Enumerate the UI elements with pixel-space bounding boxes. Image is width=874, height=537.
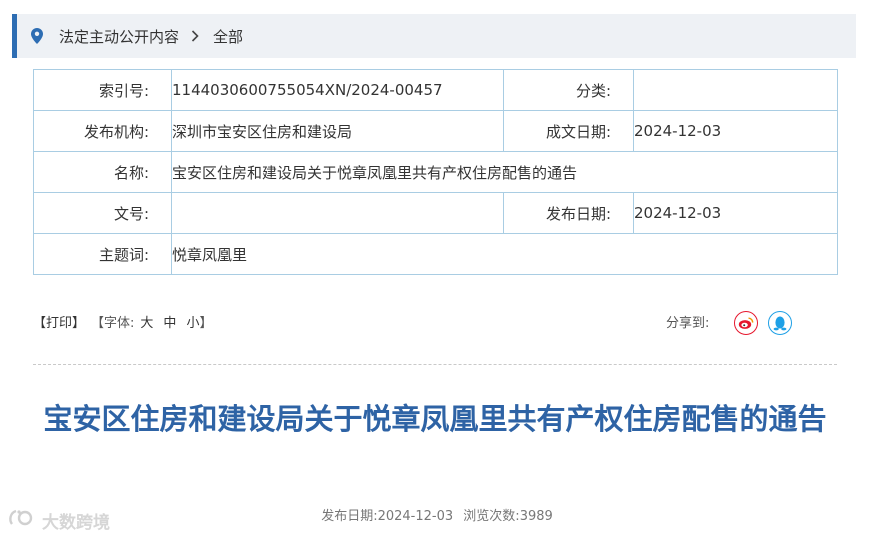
meta-row: 名称: 宝安区住房和建设局关于悦章凤凰里共有产权住房配售的通告 xyxy=(33,151,838,193)
meta-row: 发布机构: 深圳市宝安区住房和建设局 成文日期: 2024-12-03 xyxy=(33,110,838,152)
doc-number-value xyxy=(171,192,504,234)
pub-date-value: 2024-12-03 xyxy=(377,509,454,524)
name-label: 名称: xyxy=(33,151,172,193)
meta-row: 文号: 发布日期: 2024-12-03 xyxy=(33,192,838,234)
watermark-logo-icon xyxy=(8,508,38,533)
agency-value: 深圳市宝安区住房和建设局 xyxy=(171,110,504,152)
article-title: 宝安区住房和建设局关于悦章凤凰里共有产权住房配售的通告 xyxy=(43,402,827,436)
watermark-text: 大数跨境 xyxy=(42,513,110,533)
meta-row: 主题词: 悦章凤凰里 xyxy=(33,233,838,275)
watermark: 大数跨境 xyxy=(8,508,110,533)
qq-icon[interactable] xyxy=(768,311,792,335)
name-value: 宝安区住房和建设局关于悦章凤凰里共有产权住房配售的通告 xyxy=(171,151,838,193)
font-medium-button[interactable]: 中 xyxy=(163,312,176,331)
document-meta-table: 索引号: 1144030600755054XN/2024-00457 分类: 发… xyxy=(33,69,838,275)
font-small-button[interactable]: 小 xyxy=(186,312,199,331)
meta-row: 索引号: 1144030600755054XN/2024-00457 分类: xyxy=(33,69,838,111)
published-date-value: 2024-12-03 xyxy=(633,192,838,234)
keywords-value: 悦章凤凰里 xyxy=(171,233,838,275)
weibo-icon[interactable] xyxy=(734,311,758,335)
article-pub-info: 发布日期:2024-12-03 浏览次数:3989 xyxy=(0,505,874,524)
created-date-value: 2024-12-03 xyxy=(633,110,838,152)
divider xyxy=(33,364,837,365)
article-toolbar: 【打印】 【字体: 大 中 小 】 xyxy=(33,312,212,331)
pub-date-label: 发布日期: xyxy=(321,509,378,524)
category-label: 分类: xyxy=(503,69,634,111)
keywords-label: 主题词: xyxy=(33,233,172,275)
share-label: 分享到: xyxy=(666,316,710,331)
views-label: 浏览次数: xyxy=(463,509,520,524)
published-date-label: 发布日期: xyxy=(503,192,634,234)
location-pin-icon xyxy=(31,27,45,45)
breadcrumb-item-all[interactable]: 全部 xyxy=(213,26,243,47)
breadcrumb: 法定主动公开内容 全部 xyxy=(12,14,856,58)
font-size-close: 】 xyxy=(199,316,213,331)
created-date-label: 成文日期: xyxy=(503,110,634,152)
category-value xyxy=(633,69,838,111)
font-large-button[interactable]: 大 xyxy=(140,312,153,331)
doc-number-label: 文号: xyxy=(33,192,172,234)
chevron-right-icon xyxy=(191,30,199,42)
index-label: 索引号: xyxy=(33,69,172,111)
views-value: 3989 xyxy=(519,509,553,524)
breadcrumb-item-public-content[interactable]: 法定主动公开内容 xyxy=(59,26,179,47)
index-value: 1144030600755054XN/2024-00457 xyxy=(171,69,504,111)
print-button[interactable]: 【打印】 xyxy=(33,312,85,331)
agency-label: 发布机构: xyxy=(33,110,172,152)
font-size-label: 【字体: xyxy=(91,316,135,331)
